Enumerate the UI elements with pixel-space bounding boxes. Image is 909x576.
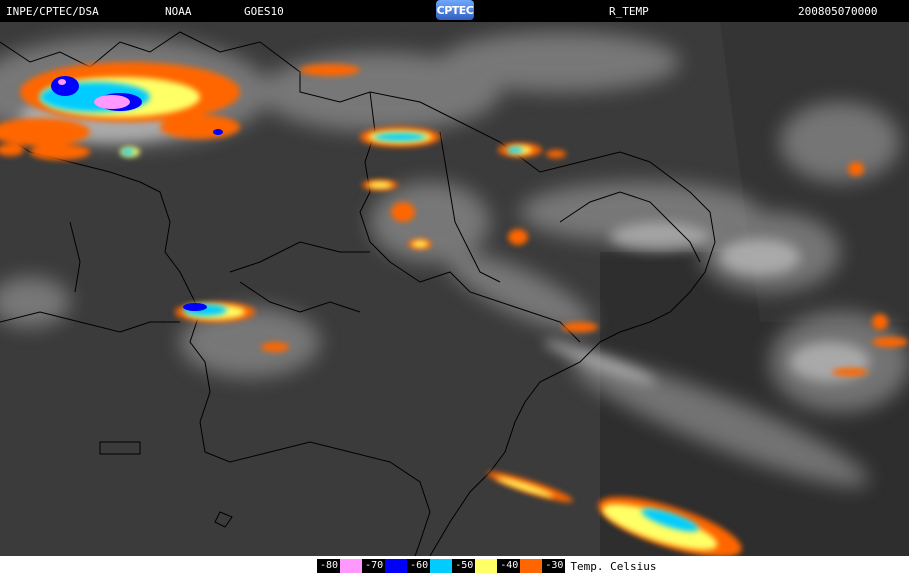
source-label: NOAA bbox=[165, 5, 192, 18]
timestamp-label: 200805070000 bbox=[798, 5, 878, 18]
image-header: INPE/CPTEC/DSA NOAA GOES10 CPTEC R_TEMP … bbox=[0, 0, 909, 22]
legend-step-40: -40 bbox=[497, 559, 543, 573]
satellite-map bbox=[0, 22, 909, 556]
legend-step-60: -60 bbox=[407, 559, 453, 573]
legend-label: -70 bbox=[362, 559, 386, 573]
legend-label: -80 bbox=[317, 559, 341, 573]
legend-step-30: -30 bbox=[542, 559, 566, 573]
legend-label: -40 bbox=[497, 559, 521, 573]
agency-label: INPE/CPTEC/DSA bbox=[6, 5, 99, 18]
legend-swatch bbox=[430, 559, 453, 573]
satellite-label: GOES10 bbox=[244, 5, 284, 18]
legend-label: -50 bbox=[452, 559, 476, 573]
legend-swatch bbox=[340, 559, 363, 573]
legend-swatch bbox=[520, 559, 543, 573]
legend-step-50: -50 bbox=[452, 559, 498, 573]
legend-label: -60 bbox=[407, 559, 431, 573]
legend-swatch bbox=[475, 559, 498, 573]
legend-title: Temp. Celsius bbox=[570, 559, 657, 573]
legend-scale: -80 -70 -60 -50 -40 -30 Temp. Celsius bbox=[317, 558, 656, 574]
legend-step-70: -70 bbox=[362, 559, 408, 573]
cptec-logo: CPTEC bbox=[436, 0, 474, 20]
temperature-legend: -80 -70 -60 -50 -40 -30 Temp. Celsius bbox=[0, 556, 909, 576]
legend-label: -30 bbox=[542, 559, 566, 573]
legend-step-80: -80 bbox=[317, 559, 363, 573]
legend-swatch bbox=[385, 559, 408, 573]
product-label: R_TEMP bbox=[609, 5, 649, 18]
